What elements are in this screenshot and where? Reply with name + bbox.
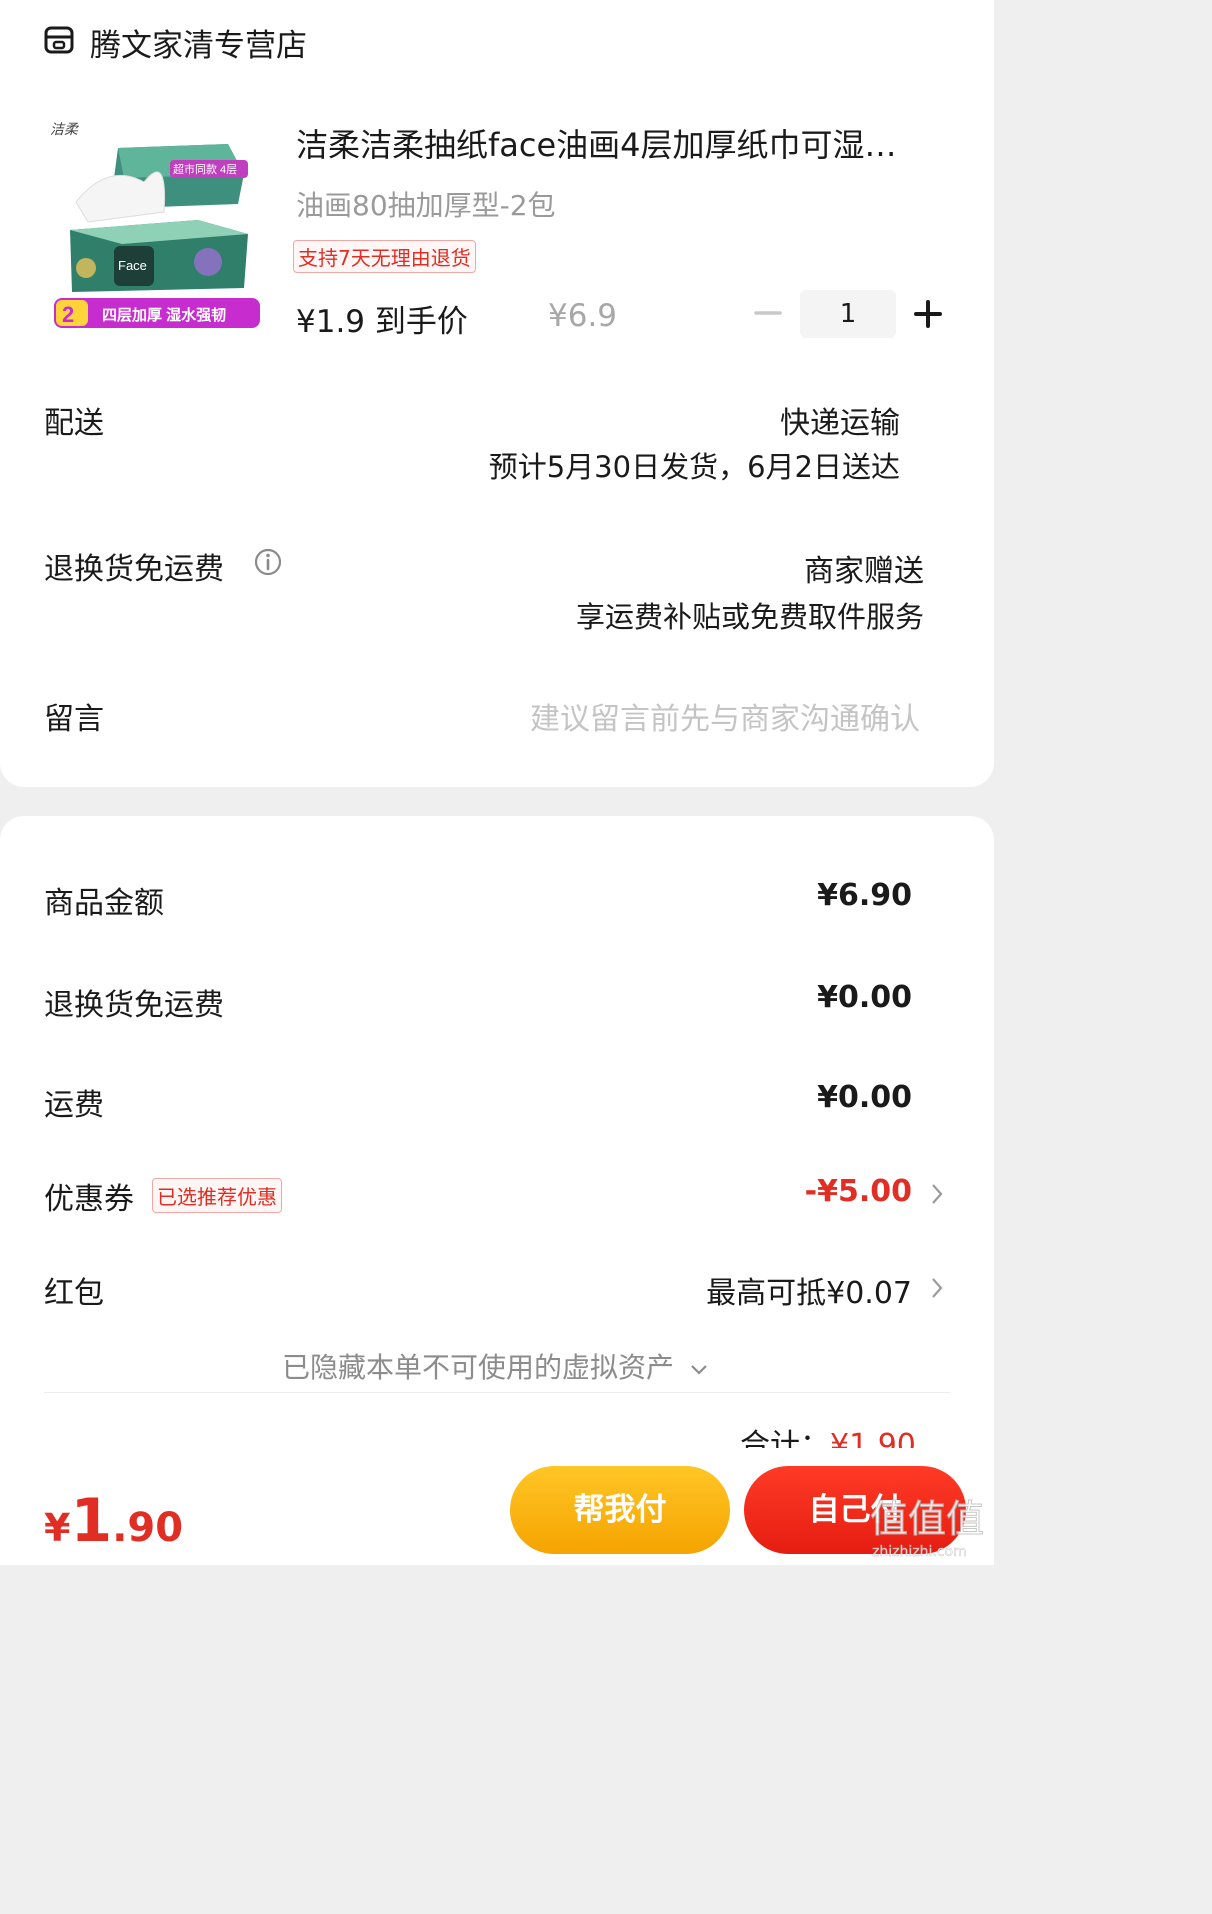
store-icon bbox=[44, 26, 74, 54]
product-image[interactable]: 洁柔 超市同款 4层 Face 2 四层加厚 湿水强韧 bbox=[48, 112, 266, 334]
pay-currency: ¥ bbox=[44, 1506, 71, 1550]
final-price: ¥1.9 到手价 bbox=[296, 304, 468, 340]
return-shipping-value: 商家赠送 bbox=[804, 554, 924, 589]
shipping-fee-value: ¥0.00 bbox=[817, 1080, 912, 1115]
watermark-url: zhizhizhi.com bbox=[872, 1544, 967, 1560]
order-info-card: 腾文家清专营店 洁柔 超市同款 4层 Face 2 四层加厚 湿水强韧 洁柔洁柔… bbox=[0, 0, 994, 787]
product-image-name: Face bbox=[118, 258, 147, 273]
return-policy-tag: 支持7天无理由退货 bbox=[293, 240, 476, 273]
product-title[interactable]: 洁柔洁柔抽纸face油画4层加厚纸巾可湿… bbox=[296, 120, 926, 166]
product-image-badge-count: 2 bbox=[62, 302, 74, 327]
original-price: ¥6.9 bbox=[548, 298, 618, 334]
help-me-pay-button[interactable]: 帮我付 bbox=[510, 1466, 730, 1554]
minus-icon bbox=[754, 311, 782, 315]
hidden-assets-toggle[interactable]: 已隐藏本单不可使用的虚拟资产 bbox=[282, 1346, 709, 1386]
quantity-decrease-button[interactable] bbox=[752, 296, 786, 330]
store-name[interactable]: 腾文家清专营店 bbox=[90, 20, 307, 65]
coupon-label: 优惠券 bbox=[44, 1182, 134, 1217]
plus-icon bbox=[914, 300, 942, 328]
product-spec[interactable]: 油画80抽加厚型-2包 bbox=[296, 184, 556, 224]
watermark-text: 值值值 bbox=[870, 1497, 984, 1541]
return-fee-value: ¥0.00 bbox=[817, 980, 912, 1015]
return-shipping-label: 退换货免运费 bbox=[44, 552, 224, 587]
product-image-top-badge: 超市同款 4层 bbox=[173, 162, 237, 176]
chevron-down-icon bbox=[691, 1365, 707, 1375]
red-packet-label: 红包 bbox=[44, 1276, 104, 1311]
pay-amount-int: 1 bbox=[70, 1486, 113, 1556]
shipping-fee-label: 运费 bbox=[44, 1088, 104, 1123]
info-icon[interactable] bbox=[254, 548, 282, 576]
goods-amount-value: ¥6.90 bbox=[817, 878, 912, 913]
coupon-value[interactable]: -¥5.00 bbox=[805, 1174, 912, 1209]
divider bbox=[44, 1392, 950, 1393]
red-packet-value[interactable]: 最高可抵¥0.07 bbox=[706, 1268, 912, 1312]
delivery-label: 配送 bbox=[44, 406, 104, 441]
product-image-brand: 洁柔 bbox=[50, 121, 80, 137]
chevron-right-icon[interactable] bbox=[930, 1276, 944, 1300]
message-label: 留言 bbox=[44, 702, 104, 737]
pay-amount: ¥1.90 bbox=[44, 1486, 183, 1556]
quantity-increase-button[interactable] bbox=[910, 296, 946, 332]
delivery-estimate: 预计5月30日发货，6月2日送达 bbox=[488, 450, 900, 484]
coupon-tag: 已选推荐优惠 bbox=[152, 1178, 282, 1213]
message-input[interactable]: 建议留言前先与商家沟通确认 bbox=[530, 694, 920, 738]
pay-amount-dec: .90 bbox=[112, 1505, 184, 1551]
goods-amount-label: 商品金额 bbox=[44, 886, 164, 921]
quantity-input[interactable]: 1 bbox=[800, 290, 896, 338]
product-image-badge-text: 四层加厚 湿水强韧 bbox=[102, 306, 226, 324]
watermark-logo: 值值值 zhizhizhi.com bbox=[868, 1490, 990, 1561]
return-fee-label: 退换货免运费 bbox=[44, 988, 224, 1023]
hidden-assets-text: 已隐藏本单不可使用的虚拟资产 bbox=[282, 1351, 675, 1384]
return-shipping-desc: 享运费补贴或免费取件服务 bbox=[575, 600, 924, 634]
delivery-method[interactable]: 快递运输 bbox=[780, 398, 900, 442]
chevron-right-icon[interactable] bbox=[930, 1182, 944, 1206]
